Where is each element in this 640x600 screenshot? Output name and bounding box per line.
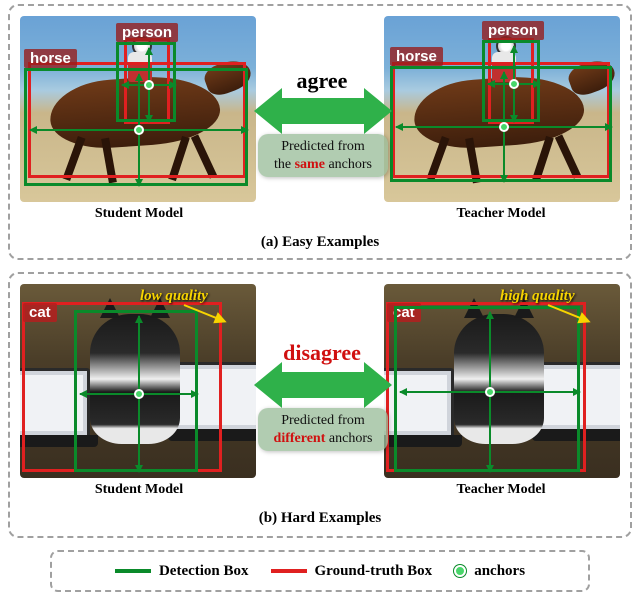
legend-swatch-green [115,569,151,573]
legend-swatch-dot [454,565,466,577]
panel-hard-examples: cat low quality cat high quality disagre… [8,272,632,538]
annotation-high-quality: high quality [500,288,575,305]
legend-item-ground-truth: Ground-truth Box [271,563,433,580]
det-box-cat [394,306,580,472]
predicted-badge-different: Predicted from different anchors [258,408,388,451]
badge-line2-post: anchors [325,431,372,446]
badge-line1: Predicted from [281,413,365,428]
anchor-dot [134,389,144,399]
legend-item-anchors: anchors [454,563,525,580]
predicted-badge-same: Predicted from the same anchors [258,134,388,177]
det-label-person: person [482,21,544,40]
caption-student-b: Student Model [74,482,204,498]
caption-panel-b: (b) Hard Examples [10,510,630,527]
legend-item-detection: Detection Box [115,563,249,580]
det-label-horse: horse [24,49,77,68]
caption-teacher-a: Teacher Model [436,206,566,222]
caption-student-a: Student Model [74,206,204,222]
double-arrow-icon [280,98,366,124]
teacher-image-hard: cat high quality [384,284,620,478]
anchor-dot [134,125,144,135]
anchor-dot [499,122,509,132]
det-label-horse: horse [390,47,443,66]
teacher-image-easy: horse person [384,16,620,202]
det-box-cat [74,310,198,472]
legend-label-detection: Detection Box [159,563,249,580]
anchor-dot [485,387,495,397]
det-label-person: person [116,23,178,42]
det-box-person: person [482,40,540,122]
badge-em: different [274,431,326,446]
badge-line2-post: anchors [325,157,372,172]
annotation-low-quality: low quality [140,288,208,305]
student-image-hard: cat low quality [20,284,256,478]
student-image-easy: horse person [20,16,256,202]
legend-panel: Detection Box Ground-truth Box anchors [50,550,590,592]
gt-label-cat: cat [23,303,57,322]
legend-label-ground-truth: Ground-truth Box [315,563,433,580]
caption-panel-a: (a) Easy Examples [10,234,630,251]
badge-line2-pre: the [274,157,295,172]
det-box-person: person [116,42,176,122]
double-arrow-icon [280,372,366,398]
caption-teacher-b: Teacher Model [436,482,566,498]
badge-line1: Predicted from [281,139,365,154]
legend-label-anchors: anchors [474,563,525,580]
badge-em: same [295,157,325,172]
legend-swatch-red [271,569,307,573]
anchor-dot [509,79,519,89]
anchor-dot [144,80,154,90]
legend-row: Detection Box Ground-truth Box anchors [52,552,588,590]
panel-easy-examples: horse person horse [8,4,632,260]
